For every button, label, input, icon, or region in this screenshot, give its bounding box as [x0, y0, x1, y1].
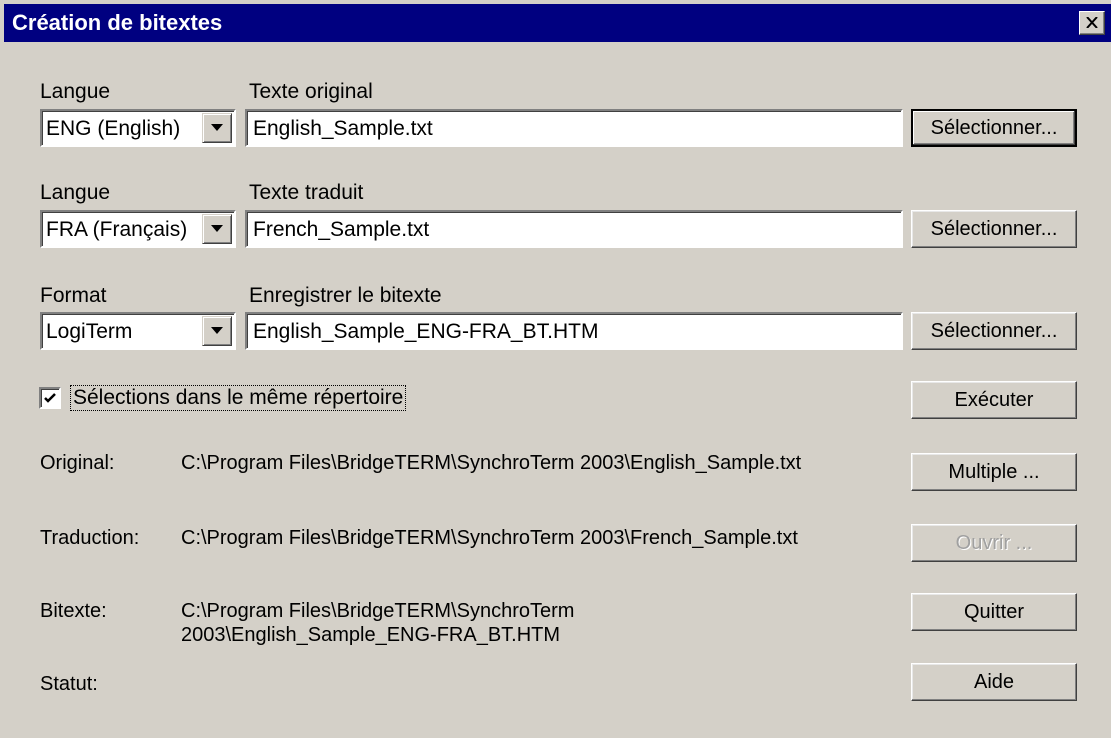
close-icon: [1086, 17, 1098, 28]
select-bitext-button[interactable]: Sélectionner...: [911, 312, 1077, 350]
window-title: Création de bitextes: [12, 10, 223, 35]
format-select[interactable]: LogiTerm: [40, 312, 236, 350]
same-directory-label[interactable]: Sélections dans le même répertoire: [70, 385, 407, 411]
bitext-path-label: Bitexte:: [40, 600, 107, 622]
translated-file-input[interactable]: French_Sample.txt: [245, 210, 903, 248]
original-file-input[interactable]: English_Sample.txt: [245, 109, 903, 147]
chevron-down-icon: [211, 225, 223, 232]
chevron-down-icon: [211, 327, 223, 334]
source-language-dropdown-button[interactable]: [202, 113, 232, 143]
bitext-path-line2: 2003\English_Sample_ENG-FRA_BT.HTM: [181, 624, 561, 646]
multiple-button[interactable]: Multiple ...: [911, 453, 1077, 491]
chevron-down-icon: [211, 124, 223, 131]
save-bitext-label: Enregistrer le bitexte: [249, 284, 442, 307]
format-value: LogiTerm: [46, 320, 133, 343]
original-path-label: Original:: [40, 452, 115, 474]
format-dropdown-button[interactable]: [202, 316, 232, 346]
title-bar[interactable]: Création de bitextes: [4, 4, 1111, 42]
bitext-file-value: English_Sample_ENG-FRA_BT.HTM: [253, 320, 599, 343]
quit-button[interactable]: Quitter: [911, 593, 1077, 631]
format-label: Format: [40, 284, 107, 307]
dialog-window: Création de bitextes Langue Texte origin…: [0, 0, 1115, 738]
status-label: Statut:: [40, 673, 98, 695]
target-language-dropdown-button[interactable]: [202, 214, 232, 244]
help-button[interactable]: Aide: [911, 663, 1077, 701]
source-language-select[interactable]: ENG (English): [40, 109, 236, 147]
translated-file-value: French_Sample.txt: [253, 218, 430, 241]
original-text-label: Texte original: [249, 80, 373, 103]
source-language-label: Langue: [40, 80, 111, 103]
bitext-file-input[interactable]: English_Sample_ENG-FRA_BT.HTM: [245, 312, 903, 350]
bitext-path-line1: C:\Program Files\BridgeTERM\SynchroTerm: [181, 600, 575, 622]
translated-text-label: Texte traduit: [249, 181, 364, 204]
translation-path-label: Traduction:: [40, 527, 140, 549]
translation-path-value: C:\Program Files\BridgeTERM\SynchroTerm …: [181, 527, 798, 549]
target-language-value: FRA (Français): [46, 218, 188, 241]
original-path-value: C:\Program Files\BridgeTERM\SynchroTerm …: [181, 452, 802, 474]
execute-button[interactable]: Exécuter: [911, 381, 1077, 419]
original-file-value: English_Sample.txt: [253, 117, 433, 140]
source-language-value: ENG (English): [46, 117, 181, 140]
window-edge: [1111, 0, 1115, 738]
target-language-select[interactable]: FRA (Français): [40, 210, 236, 248]
target-language-label: Langue: [40, 181, 111, 204]
close-button[interactable]: [1079, 11, 1105, 35]
select-original-button[interactable]: Sélectionner...: [911, 109, 1077, 147]
same-directory-checkbox[interactable]: [39, 387, 61, 409]
open-button[interactable]: Ouvrir ...: [911, 524, 1077, 562]
select-translated-button[interactable]: Sélectionner...: [911, 210, 1077, 248]
checkmark-icon: [44, 393, 56, 403]
